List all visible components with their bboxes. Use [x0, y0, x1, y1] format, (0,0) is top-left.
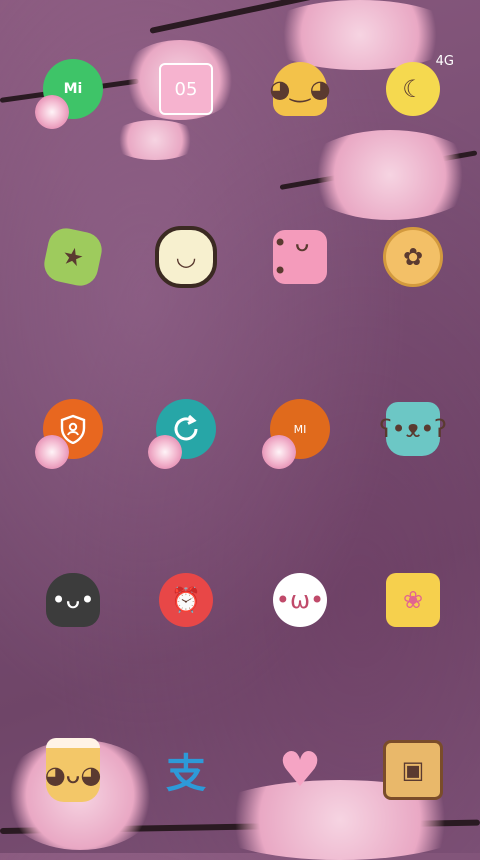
pizza-app[interactable]: ✿: [373, 217, 453, 297]
coffee-icon: ◕ᴗ◕: [41, 738, 105, 802]
sushi-body: ◡: [155, 226, 217, 288]
gift-app[interactable]: ★: [33, 217, 113, 297]
toaster-body: • ᴗ •: [273, 229, 327, 285]
toaster-icon: • ᴗ •: [268, 225, 332, 289]
boots-icon: ʕ•ᴥ•ʔ: [379, 397, 447, 461]
boots-shape: ʕ•ᴥ•ʔ: [379, 402, 447, 456]
bunny-chat-icon: •ω•: [268, 568, 332, 632]
flower-decoration: [262, 435, 296, 469]
moon-shape: ☾: [386, 62, 440, 116]
taco-icon: ◕‿◕: [268, 57, 332, 121]
penguin-body: •ᴗ•: [46, 573, 100, 627]
cheese-icon: ❀: [381, 568, 445, 632]
toaster-app[interactable]: • ᴗ •: [260, 217, 340, 297]
flower-decoration: [35, 95, 69, 129]
taco-app[interactable]: ◕‿◕: [260, 49, 340, 129]
penguin-app[interactable]: •ᴗ•: [33, 560, 113, 640]
alipay-label: 支: [166, 751, 206, 797]
alarm-app[interactable]: ⏰: [146, 560, 226, 640]
mi-store-icon: MI: [262, 397, 332, 469]
pizza-icon: ✿: [381, 225, 445, 289]
calendar-app[interactable]: 05: [146, 49, 226, 129]
robot-icon: ▣: [381, 738, 445, 802]
coffee-cup: ◕ᴗ◕: [45, 738, 101, 802]
shield-icon: [35, 397, 105, 469]
sushi-roll-icon: ◡: [154, 225, 218, 289]
coffee-app[interactable]: ◕ᴗ◕: [33, 730, 113, 810]
pizza-slice: ✿: [383, 227, 443, 287]
cheese-app[interactable]: ❀: [373, 560, 453, 640]
heart-shape: ♥: [278, 742, 322, 798]
mi-chat-icon: Mi: [35, 57, 105, 129]
gift-box: ★: [40, 224, 106, 290]
mi-store-app[interactable]: MI: [260, 389, 340, 469]
mi-chat-app[interactable]: Mi: [33, 49, 113, 129]
moon-bottle-icon: ☾: [381, 57, 445, 121]
robot-app[interactable]: ▣: [373, 730, 453, 810]
moon-bottle-app[interactable]: ☾: [373, 49, 453, 129]
cheese-block: ❀: [386, 573, 440, 627]
taco-face: ◕‿◕: [269, 62, 331, 116]
flower-decoration: [148, 435, 182, 469]
alipay-icon: 支: [154, 738, 218, 802]
gift-icon: ★: [40, 224, 106, 290]
sushi-roll-app[interactable]: ◡: [146, 217, 226, 297]
bunny-chat-app[interactable]: •ω•: [260, 560, 340, 640]
refresh-icon: [148, 397, 218, 469]
heart-balloon-app[interactable]: ♥: [260, 730, 340, 810]
home-grid: Mi 05 ◕‿◕ ☾ ★ ◡ • ᴗ • ✿ MI ʕ•ᴥ•ʔ •ᴗ• ⏰ •…: [0, 0, 480, 853]
flower-decoration: [35, 435, 69, 469]
alipay-app[interactable]: 支: [146, 730, 226, 810]
penguin-icon: •ᴗ•: [41, 568, 105, 632]
heart-balloon-icon: ♥: [268, 738, 332, 802]
bunny-face: •ω•: [273, 573, 327, 627]
cleaner-app[interactable]: [146, 389, 226, 469]
calendar-icon: 05: [154, 57, 218, 121]
alarm-icon: ⏰: [154, 568, 218, 632]
robot-body: ▣: [383, 740, 443, 800]
alarm-body: ⏰: [159, 573, 213, 627]
calendar-date: 05: [159, 63, 213, 115]
boots-app[interactable]: ʕ•ᴥ•ʔ: [373, 389, 453, 469]
security-app[interactable]: [33, 389, 113, 469]
